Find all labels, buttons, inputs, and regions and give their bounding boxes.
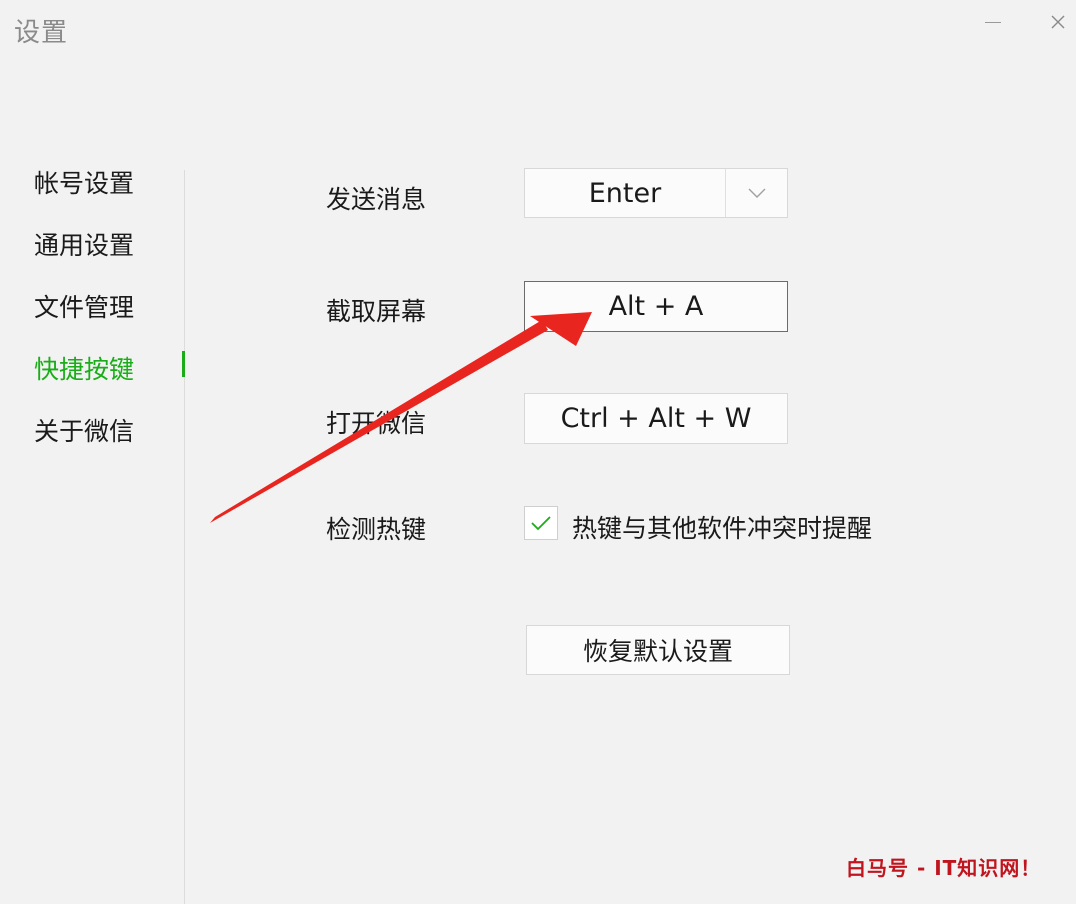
open-wechat-hotkey-field[interactable]: Ctrl + Alt + W (524, 393, 788, 444)
send-message-label: 发送消息 (326, 185, 427, 214)
screenshot-hotkey-field[interactable]: Alt + A (524, 281, 788, 332)
hotkey-conflict-label[interactable]: 热键与其他软件冲突时提醒 (572, 509, 872, 545)
sidebar-item-account[interactable]: 帐号设置 (34, 164, 134, 200)
reset-defaults-button[interactable]: 恢复默认设置 (526, 625, 790, 675)
sidebar-divider (184, 170, 185, 904)
red-arrow-icon (210, 312, 592, 523)
detect-hotkey-label: 检测热键 (326, 515, 427, 544)
sidebar-item-shortcuts[interactable]: 快捷按键 (34, 350, 134, 386)
send-message-value: Enter (525, 169, 726, 217)
watermark-text: 白马号 - IT知识网！ (846, 856, 1042, 880)
sidebar-active-indicator (182, 351, 185, 377)
chevron-down-icon (748, 188, 765, 198)
close-icon (1051, 15, 1065, 29)
send-message-dropdown[interactable] (726, 169, 787, 217)
hotkey-conflict-checkbox[interactable] (524, 506, 558, 540)
screenshot-label: 截取屏幕 (326, 297, 427, 326)
send-message-select[interactable]: Enter (524, 168, 788, 218)
sidebar-item-about[interactable]: 关于微信 (34, 412, 134, 448)
sidebar-item-general[interactable]: 通用设置 (34, 226, 134, 262)
checkmark-icon (531, 516, 551, 531)
settings-window: 设置 帐号设置 通用设置 文件管理 快捷按键 关于微信 发送消息 Enter 截… (0, 0, 1076, 904)
window-title: 设置 (14, 18, 69, 48)
open-wechat-label: 打开微信 (326, 409, 427, 438)
minimize-button[interactable] (978, 8, 1008, 36)
close-button[interactable] (1042, 6, 1074, 38)
sidebar-item-files[interactable]: 文件管理 (34, 288, 134, 324)
minimize-icon (985, 21, 1001, 23)
